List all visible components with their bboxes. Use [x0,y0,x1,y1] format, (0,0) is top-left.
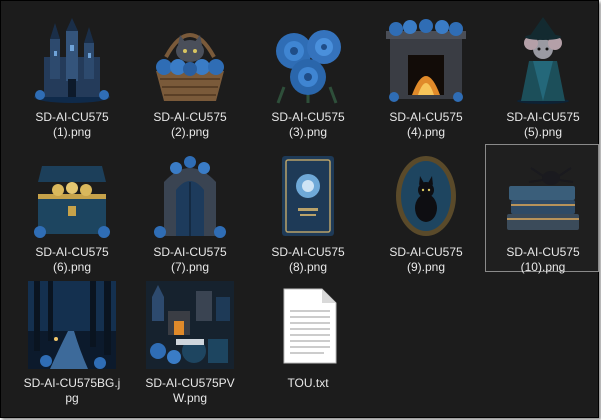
file-tile-9[interactable]: SD-AI-CU575 (9).png [368,144,482,274]
file-name-label: SD-AI-CU575 (4).png [389,110,463,139]
file-name-label: SD-AI-CU575BG.j pg [23,376,121,405]
file-tile-13[interactable]: TOU.txt [250,273,364,401]
fireplace-icon [382,17,470,105]
file-tile-6[interactable]: SD-AI-CU575 (6).png [14,144,128,274]
cat-basket-icon [146,17,234,105]
treasure-chest-icon [28,152,116,240]
preview-collage-icon [146,281,234,369]
file-name-label: SD-AI-CU575 (2).png [153,110,227,139]
witch-mouse-icon [499,17,587,105]
file-tile-11[interactable]: SD-AI-CU575BG.j pg [14,273,128,405]
file-name-label: SD-AI-CU575 (8).png [271,245,345,274]
file-tile-3[interactable]: SD-AI-CU575 (3).png [250,9,364,139]
forest-path-icon [28,281,116,369]
spell-book-icon [264,152,352,240]
file-tile-5[interactable]: SD-AI-CU575 (5).png [485,9,599,139]
books-spider-icon [499,152,587,240]
file-name-label: SD-AI-CU575PV W.png [145,376,235,405]
file-tile-4[interactable]: SD-AI-CU575 (4).png [368,9,482,139]
file-tile-12[interactable]: SD-AI-CU575PV W.png [132,273,246,405]
file-name-label: SD-AI-CU575 (7).png [153,245,227,274]
file-tile-10[interactable]: SD-AI-CU575 (10).png [485,144,599,274]
blue-roses-icon [264,17,352,105]
file-explorer-view: SD-AI-CU575 (1).png SD-AI-CU575 (2).png [0,0,599,418]
file-tile-1[interactable]: SD-AI-CU575 (1).png [14,9,128,139]
text-document-icon [264,281,352,369]
file-tile-8[interactable]: SD-AI-CU575 (8).png [250,144,364,274]
file-name-label: SD-AI-CU575 (6).png [35,245,109,274]
file-tile-2[interactable]: SD-AI-CU575 (2).png [132,9,246,139]
file-name-label: SD-AI-CU575 (10).png [506,245,580,274]
castle-icon [28,17,116,105]
file-name-label: SD-AI-CU575 (5).png [506,110,580,139]
file-tile-7[interactable]: SD-AI-CU575 (7).png [132,144,246,274]
cat-frame-icon [382,152,470,240]
file-name-label: SD-AI-CU575 (1).png [35,110,109,139]
gothic-door-icon [146,152,234,240]
file-name-label: SD-AI-CU575 (9).png [389,245,463,274]
file-name-label: SD-AI-CU575 (3).png [271,110,345,139]
file-name-label: TOU.txt [287,376,329,390]
